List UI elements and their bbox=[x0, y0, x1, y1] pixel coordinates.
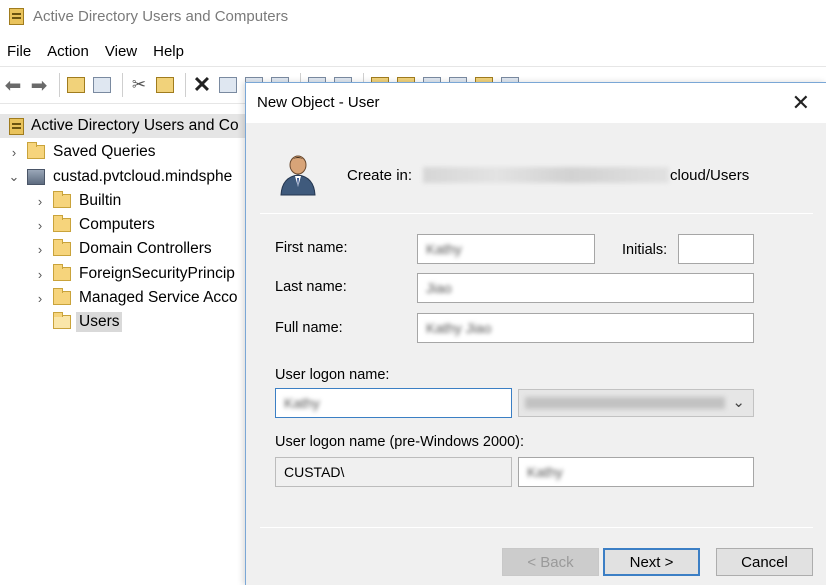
console-tree: Active Directory Users and Co › Saved Qu… bbox=[0, 110, 245, 585]
pre-windows-2000-domain-field: CUSTAD\ bbox=[275, 457, 512, 487]
tree-node-domain[interactable]: ⌄ custad.pvtcloud.mindsphe bbox=[7, 165, 232, 189]
toolbar-separator bbox=[185, 73, 186, 97]
tree-node-managed-service-accounts[interactable]: › Managed Service Acco bbox=[33, 286, 238, 310]
last-name-label: Last name: bbox=[275, 279, 347, 295]
tree-node-foreign-security-principals[interactable]: › ForeignSecurityPrincip bbox=[33, 262, 235, 286]
initials-field[interactable] bbox=[678, 234, 754, 264]
tree-node-users[interactable]: Users bbox=[33, 310, 123, 334]
first-name-label: First name: bbox=[275, 240, 348, 256]
initials-label: Initials: bbox=[622, 242, 668, 258]
pre-windows-2000-label: User logon name (pre-Windows 2000): bbox=[275, 434, 525, 450]
create-in-label: Create in: bbox=[347, 167, 413, 184]
delete-icon[interactable]: ✕ bbox=[191, 72, 213, 97]
chevron-right-icon[interactable]: › bbox=[33, 242, 47, 257]
tree-node-computers[interactable]: › Computers bbox=[33, 213, 155, 237]
tree-node-domain-controllers[interactable]: › Domain Controllers bbox=[33, 237, 212, 261]
ou-folder-icon bbox=[53, 239, 71, 256]
last-name-field[interactable]: Jiao bbox=[417, 273, 754, 303]
full-name-value: Kathy Jiao bbox=[426, 320, 492, 336]
separator bbox=[260, 527, 813, 528]
user-logon-name-field[interactable]: Kathy bbox=[275, 388, 512, 418]
ad-users-computers-icon bbox=[9, 8, 24, 25]
full-name-label: Full name: bbox=[275, 320, 343, 336]
close-icon[interactable]: ✕ bbox=[792, 90, 810, 116]
ad-root-icon bbox=[9, 117, 24, 135]
folder-icon bbox=[53, 215, 71, 232]
first-name-value: Kathy bbox=[426, 241, 462, 257]
create-in-path: cloud/Users bbox=[670, 167, 750, 184]
tree-node-label: Builtin bbox=[79, 192, 122, 209]
cancel-button[interactable]: Cancel bbox=[716, 548, 813, 576]
folder-icon bbox=[53, 191, 71, 208]
cut-icon[interactable]: ✂ bbox=[128, 74, 150, 96]
chevron-right-icon[interactable]: › bbox=[33, 291, 47, 306]
back-arrow-icon[interactable]: ⬅ bbox=[2, 74, 24, 97]
forward-arrow-icon[interactable]: ➡ bbox=[28, 74, 50, 97]
tree-node-label: ForeignSecurityPrincip bbox=[79, 265, 235, 282]
folder-icon bbox=[53, 264, 71, 281]
back-button[interactable]: < Back bbox=[502, 548, 599, 576]
menu-view[interactable]: View bbox=[97, 43, 145, 60]
chevron-right-icon[interactable]: › bbox=[33, 267, 47, 282]
create-in-path-redacted bbox=[423, 167, 669, 183]
tree-node-label: Saved Queries bbox=[53, 143, 156, 160]
pre-windows-2000-domain: CUSTAD\ bbox=[284, 464, 345, 480]
menu-bar: File Action View Help bbox=[0, 38, 826, 64]
chevron-right-icon[interactable]: › bbox=[33, 194, 47, 209]
tree-root[interactable]: Active Directory Users and Co bbox=[0, 114, 245, 138]
pre-windows-2000-name-field[interactable]: Kathy bbox=[518, 457, 754, 487]
tree-root-label: Active Directory Users and Co bbox=[31, 117, 239, 134]
pre-windows-2000-name-value: Kathy bbox=[527, 464, 563, 480]
tree-node-label: Users bbox=[76, 312, 123, 332]
toolbar-separator bbox=[122, 73, 123, 97]
user-icon bbox=[280, 155, 316, 196]
folder-up-icon[interactable] bbox=[65, 74, 87, 96]
chevron-right-icon[interactable]: › bbox=[33, 218, 47, 233]
user-logon-name-value: Kathy bbox=[284, 395, 320, 411]
tree-node-builtin[interactable]: › Builtin bbox=[33, 189, 121, 213]
separator bbox=[260, 213, 813, 214]
clipboard-icon[interactable] bbox=[154, 74, 176, 96]
menu-file[interactable]: File bbox=[0, 43, 39, 60]
properties-icon[interactable] bbox=[217, 74, 239, 96]
show-hide-tree-icon[interactable] bbox=[91, 74, 113, 96]
tree-node-label: custad.pvtcloud.mindsphe bbox=[53, 168, 233, 185]
tree-node-label: Managed Service Acco bbox=[79, 289, 238, 306]
window-title: Active Directory Users and Computers bbox=[33, 8, 289, 25]
domain-icon bbox=[27, 169, 45, 185]
folder-icon bbox=[27, 142, 45, 159]
menu-help[interactable]: Help bbox=[145, 43, 192, 60]
next-button[interactable]: Next > bbox=[603, 548, 700, 576]
upn-suffix-dropdown[interactable]: ⌄ bbox=[518, 389, 754, 417]
menu-action[interactable]: Action bbox=[39, 43, 97, 60]
dialog-title: New Object - User bbox=[257, 94, 380, 111]
full-name-field[interactable]: Kathy Jiao bbox=[417, 313, 754, 343]
last-name-value: Jiao bbox=[426, 280, 452, 296]
tree-node-label: Domain Controllers bbox=[79, 240, 212, 257]
main-titlebar: Active Directory Users and Computers bbox=[0, 0, 826, 34]
upn-suffix-redacted bbox=[525, 397, 725, 409]
folder-icon bbox=[53, 288, 71, 305]
user-logon-name-label: User logon name: bbox=[275, 367, 390, 383]
toolbar-separator bbox=[59, 73, 60, 97]
new-user-dialog: New Object - User ✕ Create in: cloud/Use… bbox=[245, 82, 826, 585]
chevron-down-icon[interactable]: ⌄ bbox=[732, 393, 745, 411]
chevron-down-icon[interactable]: ⌄ bbox=[7, 169, 21, 185]
first-name-field[interactable]: Kathy bbox=[417, 234, 595, 264]
chevron-right-icon[interactable]: › bbox=[7, 145, 21, 160]
folder-icon bbox=[53, 312, 71, 329]
dialog-titlebar: New Object - User ✕ bbox=[246, 83, 826, 123]
tree-node-label: Computers bbox=[79, 216, 155, 233]
tree-node-saved-queries[interactable]: › Saved Queries bbox=[7, 140, 156, 164]
